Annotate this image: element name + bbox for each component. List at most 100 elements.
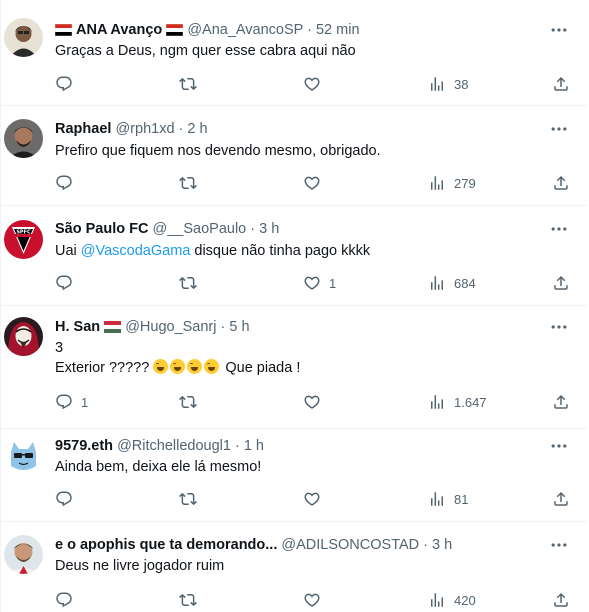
views-button[interactable]: 38 [428,74,468,94]
share-button[interactable] [552,173,570,193]
avatar[interactable] [4,317,43,356]
reply-button[interactable] [55,489,81,509]
share-button[interactable] [552,74,570,94]
like-button[interactable] [303,173,329,193]
view-count: 38 [454,76,469,92]
reply-icon [55,393,73,411]
avatar[interactable] [4,436,43,475]
share-button[interactable] [552,392,570,412]
tweet-header: ANA Avanço @Ana_AvancoSP · 52 min [54,20,360,42]
handle[interactable]: @ADILSONCOSTAD [281,537,419,553]
more-icon[interactable] [549,317,569,337]
share-button[interactable] [552,273,570,293]
avatar[interactable]: SPFC [4,220,43,259]
handle[interactable]: @__SaoPaulo [153,221,247,237]
display-name[interactable]: H. San [55,319,100,335]
reply-icon [55,591,73,609]
retweet-button[interactable] [179,392,205,412]
reply-button[interactable] [55,173,81,193]
retweet-icon [179,174,197,192]
timestamp[interactable]: · 3 h [423,537,452,553]
retweet-icon [179,75,197,93]
view-count: 279 [454,175,476,191]
tweet-header: H. San @Hugo_Sanrj · 5 h [55,317,250,337]
avatar[interactable] [4,119,43,158]
retweet-icon [179,393,197,411]
share-button[interactable] [552,489,570,509]
handle[interactable]: @Ana_AvancoSP [187,22,303,38]
like-button[interactable] [303,74,329,94]
display-name[interactable]: ANA Avanço [76,22,162,38]
more-icon[interactable] [549,219,569,239]
like-button[interactable] [303,590,329,610]
reply-icon [55,174,73,192]
laughing-emoji-icon [187,359,203,374]
tweet-sao-paulo-fc[interactable]: SPFC São Paulo FC @__SaoPaulo · 3 h Uai … [1,206,587,306]
reply-count: 1 [81,394,89,410]
retweet-button[interactable] [179,273,205,293]
mention-link[interactable]: @VascodaGama [81,243,191,259]
handle[interactable]: @Ritchelledougl1 [117,438,231,454]
views-icon [428,591,446,609]
views-icon [428,490,446,508]
tweet-header: Raphael @rph1xd · 2 h [55,119,208,139]
timestamp[interactable]: · 3 h [250,221,279,237]
views-button[interactable]: 684 [428,273,476,293]
retweet-button[interactable] [179,173,205,193]
more-icon[interactable] [549,535,569,555]
tweet-text: Uai @VascodaGama disque não tinha pago k… [55,241,370,261]
reply-icon [55,75,73,93]
retweet-button[interactable] [179,74,205,94]
reply-button[interactable] [55,74,81,94]
timestamp[interactable]: · 1 h [235,438,264,454]
share-icon [552,393,570,411]
handle[interactable]: @Hugo_Sanrj [125,319,216,335]
retweet-button[interactable] [179,590,205,610]
share-icon [552,274,570,292]
tweet-h-san[interactable]: H. San @Hugo_Sanrj · 5 h 3 Exterior ????… [1,306,587,429]
more-icon[interactable] [549,119,569,139]
tweet-text-line: Exterior ????? Que piada ! [55,358,300,378]
reply-button[interactable] [55,273,81,293]
like-button[interactable] [303,392,329,412]
like-button[interactable]: 1 [303,273,336,293]
tweet-text: Deus ne livre jogador ruim [55,558,225,574]
more-icon[interactable] [549,436,569,456]
tweet-text-part: disque não tinha pago kkkk [190,243,371,259]
timestamp[interactable]: · 52 min [307,22,359,38]
views-button[interactable]: 1.647 [428,392,487,412]
avatar[interactable] [4,18,43,57]
reply-icon [55,490,73,508]
heart-icon [303,393,321,411]
reply-button[interactable]: 1 [55,392,88,412]
heart-icon [303,75,321,93]
more-icon[interactable] [549,20,569,40]
like-button[interactable] [303,489,329,509]
tweet-header: e o apophis que ta demorando... @ADILSON… [55,535,452,555]
handle[interactable]: @rph1xd [115,121,174,137]
laughing-emoji-icon [204,359,220,374]
views-icon [428,393,446,411]
tweet-ana-avanco[interactable]: ANA Avanço @Ana_AvancoSP · 52 min Graças… [1,0,587,106]
avatar[interactable] [4,535,43,574]
flag-icon [54,22,73,42]
display-name[interactable]: 9579.eth [55,438,113,454]
tweet-raphael[interactable]: Raphael @rph1xd · 2 h Prefiro que fiquem… [1,106,587,206]
tweet-apophis[interactable]: e o apophis que ta demorando... @ADILSON… [1,522,587,612]
tweet-9579-eth[interactable]: 9579.eth @Ritchelledougl1 · 1 h Ainda be… [1,429,587,522]
reply-button[interactable] [55,590,81,610]
views-button[interactable]: 420 [428,590,476,610]
timestamp[interactable]: · 2 h [179,121,208,137]
timestamp[interactable]: · 5 h [221,319,250,335]
display-name[interactable]: São Paulo FC [55,221,148,237]
tweet-text-line: 3 [55,340,64,356]
retweet-button[interactable] [179,489,205,509]
views-button[interactable]: 81 [428,489,468,509]
display-name[interactable]: e o apophis que ta demorando... [55,537,277,553]
display-name[interactable]: Raphael [55,121,111,137]
laughing-emoji-icon [153,359,169,374]
heart-icon [303,174,321,192]
share-button[interactable] [552,590,570,610]
views-button[interactable]: 279 [428,173,476,193]
tweet-text: Prefiro que fiquem nos devendo mesmo, ob… [55,143,381,159]
